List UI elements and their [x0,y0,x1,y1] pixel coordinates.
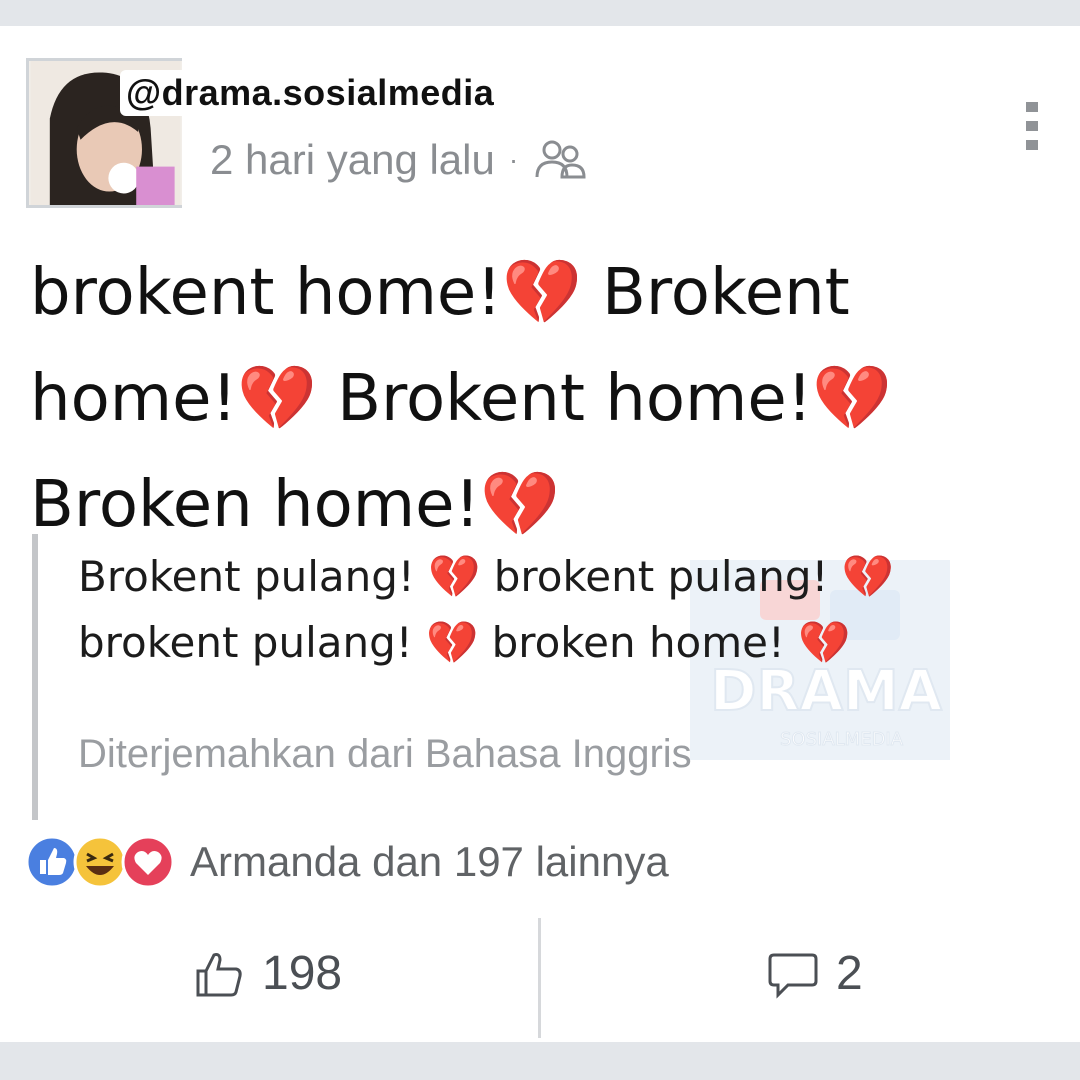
like-count: 198 [262,947,343,1000]
like-button[interactable]: 198 [192,946,342,1001]
love-reaction-icon [121,835,175,889]
post-timestamp[interactable]: 2 hari yang lalu [210,136,495,184]
comment-button[interactable]: 2 [766,946,863,1001]
friends-icon [535,140,586,179]
translated-text: Brokent pulang! 💔 brokent pulang! 💔 brok… [78,552,895,667]
top-strip [0,0,1080,26]
meta-separator: · [508,144,519,175]
comment-icon [768,953,818,999]
post-text: brokent home!💔 Brokent home!💔 Brokent ho… [30,256,893,542]
translation-block: Brokent pulang! 💔 brokent pulang! 💔 brok… [32,534,1032,820]
translation-source-label[interactable]: Diterjemahkan dari Bahasa Inggris [78,732,692,777]
post-meta: 2 hari yang lalu · [210,136,588,184]
watermark-handle: @drama.sosialmedia [120,70,501,116]
thumbs-up-icon [196,952,242,996]
more-options-icon[interactable] [1020,98,1044,154]
reactions-summary-text[interactable]: Armanda dan 197 lainnya [190,838,669,886]
action-divider [538,918,541,1038]
comment-count: 2 [836,947,863,1000]
bottom-strip [0,1042,1080,1080]
reactions-summary[interactable]: Armanda dan 197 lainnya [24,834,669,890]
